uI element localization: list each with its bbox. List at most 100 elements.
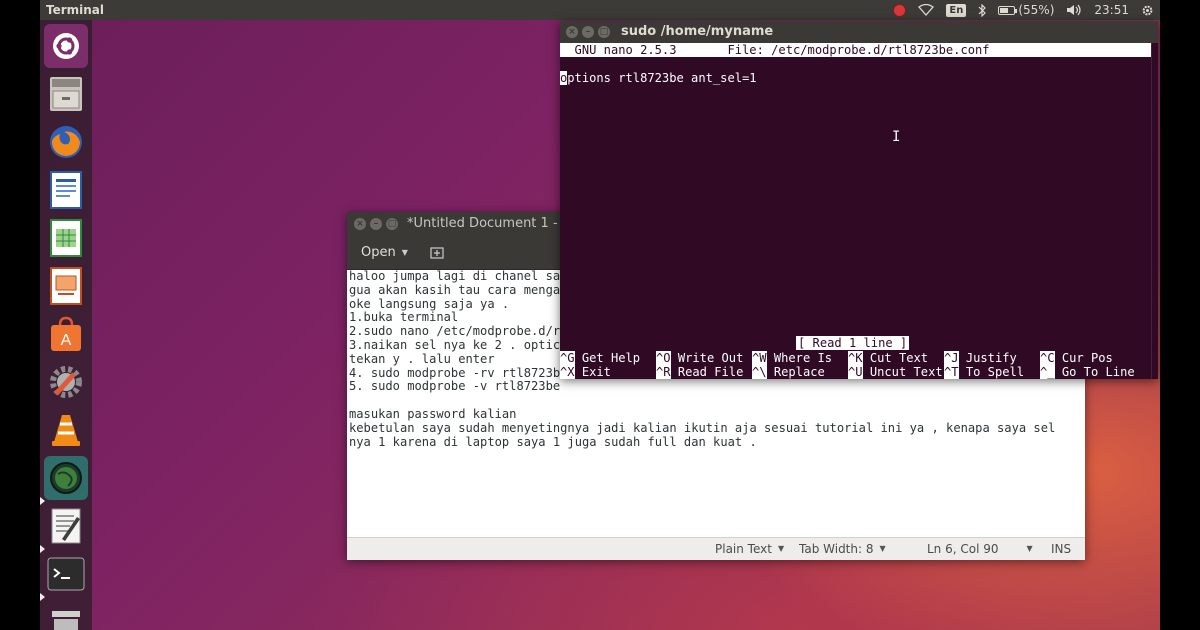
running-indicator: [40, 545, 45, 553]
launcher-item-calc[interactable]: [44, 216, 88, 260]
text-line: masukan password kalian: [349, 406, 517, 421]
nano-shortcut-label: Justify: [958, 351, 1017, 365]
active-app-title: Terminal: [46, 3, 105, 17]
launcher-item-text-editor[interactable]: [44, 504, 88, 548]
file-cabinet-icon: [50, 77, 82, 111]
nano-status-message: [ Read 1 line ]: [796, 336, 910, 350]
maximize-icon[interactable]: □: [386, 218, 398, 230]
nano-shortcut-key: ^X: [560, 365, 575, 379]
system-tray: En (55%) 23:51: [893, 0, 1154, 20]
firefox-icon: [50, 126, 82, 158]
nano-shortcut-label: Uncut Text: [862, 365, 943, 379]
terminal-window[interactable]: × – □ sudo /home/myname GNU nano 2.5.3 F…: [560, 21, 1158, 379]
battery-level-fill: [1000, 7, 1008, 13]
cursor-position-selector[interactable]: Ln 6, Col 90 ▼: [927, 538, 1033, 560]
launcher-item-settings[interactable]: [44, 360, 88, 404]
battery-icon: [998, 5, 1018, 15]
nano-shortcut-key: ^U: [848, 365, 863, 379]
nano-shortcut-key: ^C: [1040, 351, 1055, 365]
close-icon[interactable]: ×: [566, 26, 578, 38]
bluetooth-icon[interactable]: [978, 0, 987, 20]
recording-indicator-icon[interactable]: [893, 0, 907, 20]
nano-header-bar: GNU nano 2.5.3 File: /etc/modprobe.d/rtl…: [560, 43, 1152, 57]
text-line: kebetulan saya sudah menyetingnya jadi k…: [349, 420, 1056, 435]
gedit-window-title: *Untitled Document 1 - ge: [407, 216, 579, 231]
volume-icon[interactable]: [1066, 0, 1082, 20]
new-tab-button[interactable]: [425, 241, 449, 264]
nano-shortcut-label: Replace: [766, 365, 825, 379]
launcher-item-trash[interactable]: [44, 600, 88, 630]
keyboard-layout-indicator[interactable]: En: [946, 0, 967, 20]
nano-shortcut: ^O Write Out: [656, 351, 743, 365]
nano-shortcut-key: ^T: [944, 365, 959, 379]
minimize-icon[interactable]: –: [370, 218, 382, 230]
nano-shortcut-key: ^J: [944, 351, 959, 365]
language-label: Plain Text: [715, 542, 772, 556]
nano-shortcut: ^\ Replace: [752, 365, 825, 379]
open-button[interactable]: Open ▼: [353, 241, 416, 264]
nano-shortcut-label: Where Is: [766, 351, 833, 365]
svg-text:A: A: [61, 332, 72, 349]
battery-indicator[interactable]: (55%): [998, 0, 1054, 20]
launcher-item-files[interactable]: [44, 72, 88, 116]
launcher-item-firefox[interactable]: [44, 120, 88, 164]
nano-shortcut-label: Exit: [574, 365, 611, 379]
tab-width-selector[interactable]: Tab Width: 8 ▼: [799, 538, 886, 560]
launcher-item-impress[interactable]: [44, 264, 88, 308]
nano-file-label: File: /etc/modprobe.d/rtl8723be.conf: [727, 43, 990, 57]
chevron-down-icon: ▼: [401, 248, 408, 257]
close-icon[interactable]: ×: [354, 218, 366, 230]
globe-icon: [50, 462, 82, 494]
battery-percent-label: (55%): [1018, 3, 1055, 17]
launcher-item-vlc[interactable]: [44, 408, 88, 452]
nano-shortcut: ^C Cur Pos: [1040, 351, 1113, 365]
terminal-icon: [47, 557, 85, 591]
nano-shortcut: ^R Read File: [656, 365, 743, 379]
keyboard-layout-label: En: [946, 3, 967, 17]
impress-presentation-icon: [50, 267, 82, 305]
nano-shortcut-label: Go To Line: [1054, 365, 1135, 379]
mouse-ibeam-cursor-icon: I: [892, 129, 901, 145]
insert-mode-label: INS: [1051, 542, 1072, 556]
nano-file-content: ptions rtl8723be ant_sel=1: [567, 71, 757, 85]
top-panel: Terminal En (55%) 23:51: [40, 0, 1160, 20]
new-document-icon: [430, 246, 444, 259]
settings-wrench-icon: [50, 366, 82, 398]
launcher-item-dash[interactable]: [44, 24, 88, 68]
nano-shortcut-key: ^\: [752, 365, 767, 379]
nano-version: GNU nano 2.5.3: [560, 43, 677, 57]
nano-shortcut-label: Get Help: [574, 351, 641, 365]
open-button-label: Open: [361, 245, 396, 260]
terminal-titlebar[interactable]: × – □ sudo /home/myname: [560, 21, 1158, 43]
terminal-scrollbar[interactable]: [1151, 43, 1158, 379]
nano-shortcut-key: ^K: [848, 351, 863, 365]
nano-shortcut: ^G Get Help: [560, 351, 640, 365]
nano-shortcut: ^X Exit: [560, 365, 611, 379]
desktop: Terminal En (55%) 23:51 A × – □ *Untitle…: [40, 0, 1160, 630]
calc-spreadsheet-icon: [50, 219, 82, 257]
nano-shortcut-label: Cut Text: [862, 351, 929, 365]
text-line: nya 1 karena di laptop saya 1 juga sudah…: [349, 434, 757, 449]
gear-icon[interactable]: [1141, 0, 1154, 20]
launcher-item-writer[interactable]: [44, 168, 88, 212]
running-indicator: [40, 593, 45, 601]
nano-shortcut-key: ^R: [656, 365, 671, 379]
running-indicator: [40, 497, 45, 505]
launcher-item-globe[interactable]: [44, 456, 88, 500]
nano-shortcut-label: To Spell: [958, 365, 1025, 379]
minimize-icon[interactable]: –: [582, 26, 594, 38]
wifi-icon[interactable]: [918, 0, 935, 20]
launcher-item-software[interactable]: A: [44, 312, 88, 356]
nano-shortcut-label: Read File: [670, 365, 744, 379]
clock[interactable]: 23:51: [1094, 0, 1129, 20]
maximize-icon[interactable]: □: [598, 26, 610, 38]
nano-shortcut-key: ^G: [560, 351, 575, 365]
launcher-item-terminal[interactable]: [44, 552, 88, 596]
vlc-cone-icon: [52, 415, 80, 446]
writer-document-icon: [50, 171, 82, 209]
language-selector[interactable]: Plain Text ▼: [715, 538, 784, 560]
nano-edit-area[interactable]: options rtl8723be ant_sel=1: [560, 71, 1152, 85]
shopping-bag-icon: A: [51, 316, 81, 351]
insert-mode-indicator[interactable]: INS: [1051, 538, 1071, 560]
launcher: A: [40, 20, 92, 630]
